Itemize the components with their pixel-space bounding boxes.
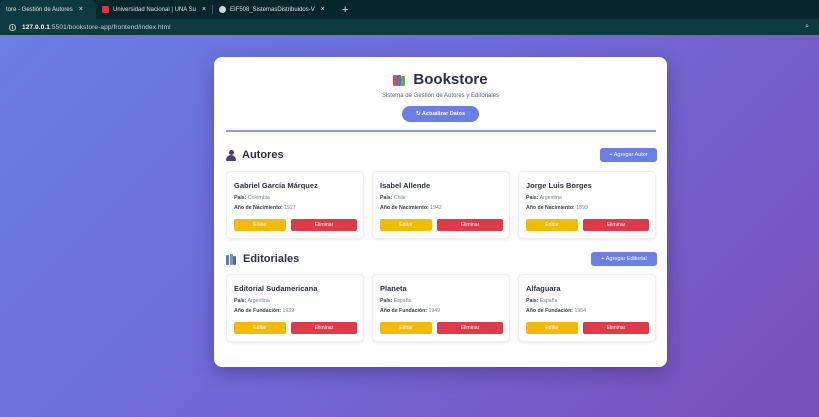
edit-button[interactable]: Editar bbox=[380, 219, 432, 231]
browser-tab-bar: tore - Gestión de Autores × Universidad … bbox=[0, 0, 819, 19]
delete-button[interactable]: Eliminar bbox=[291, 219, 357, 231]
author-name: Jorge Luis Borges bbox=[526, 181, 592, 190]
header-divider bbox=[226, 130, 656, 132]
author-country: País: Argentina bbox=[526, 195, 562, 201]
refresh-data-button[interactable]: ↻ Actualizar Datos bbox=[402, 106, 479, 122]
author-country: País: Colombia bbox=[234, 195, 270, 201]
delete-button[interactable]: Eliminar bbox=[437, 322, 503, 334]
url-path: :5501/bookstore-app/frontend/index.html bbox=[50, 23, 171, 31]
tab-title: EIF508_SistemasDistribuidos-V bbox=[230, 6, 315, 13]
autores-heading: Autores bbox=[242, 149, 284, 161]
browser-tab-bookstore[interactable]: tore - Gestión de Autores × bbox=[0, 0, 96, 19]
books-icon bbox=[393, 74, 407, 86]
add-publisher-button[interactable]: + Agregar Editorial bbox=[591, 252, 657, 266]
publisher-name: Editorial Sudamericana bbox=[234, 284, 318, 293]
browser-tab-una[interactable]: Universidad Nacional | UNA Su × bbox=[96, 0, 212, 19]
editoriales-heading: Editoriales bbox=[243, 253, 300, 265]
publisher-card: Editorial Sudamericana País: Argentina A… bbox=[226, 274, 364, 342]
page-header: Bookstore Sistema de Gestión de Autores … bbox=[214, 71, 667, 122]
author-card: Gabriel García Márquez País: Colombia Añ… bbox=[226, 171, 364, 239]
close-tab-icon[interactable]: × bbox=[321, 6, 325, 13]
publisher-name: Planeta bbox=[380, 284, 407, 293]
delete-button[interactable]: Eliminar bbox=[583, 322, 649, 334]
delete-button[interactable]: Eliminar bbox=[437, 219, 503, 231]
add-author-button[interactable]: + Agregar Autor bbox=[600, 148, 657, 162]
publisher-card: Alfaguara País: España Año de Fundación:… bbox=[518, 274, 656, 342]
close-tab-icon[interactable]: × bbox=[79, 6, 83, 13]
bookstore-card: Bookstore Sistema de Gestión de Autores … bbox=[214, 57, 667, 367]
delete-button[interactable]: Eliminar bbox=[291, 322, 357, 334]
new-tab-icon[interactable]: + bbox=[342, 4, 348, 16]
una-favicon-icon bbox=[102, 6, 109, 13]
publisher-founded-year: Año de Fundación: 1949 bbox=[380, 308, 440, 314]
publisher-founded-year: Año de Fundación: 1939 bbox=[234, 308, 294, 314]
author-card: Jorge Luis Borges País: Argentina Año de… bbox=[518, 171, 656, 239]
page-title: Bookstore bbox=[413, 71, 488, 88]
author-name: Isabel Allende bbox=[380, 181, 431, 190]
edit-button[interactable]: Editar bbox=[526, 322, 578, 334]
edit-button[interactable]: Editar bbox=[380, 322, 432, 334]
publisher-country: País: España bbox=[526, 298, 558, 304]
page-subtitle: Sistema de Gestión de Autores y Editoria… bbox=[381, 93, 500, 99]
author-birth-year: Año de Nacimiento: 1899 bbox=[526, 205, 588, 211]
site-info-icon[interactable] bbox=[9, 23, 16, 31]
close-tab-icon[interactable]: × bbox=[202, 6, 206, 13]
browser-tab-github[interactable]: EIF508_SistemasDistribuidos-V × bbox=[213, 0, 336, 19]
publisher-country: País: España bbox=[380, 298, 412, 304]
library-icon bbox=[226, 253, 237, 265]
url-text[interactable]: 127.0.0.1:5501/bookstore-app/frontend/in… bbox=[22, 24, 171, 31]
editoriales-section-title: Editoriales bbox=[226, 253, 299, 265]
author-card: Isabel Allende País: Chile Año de Nacimi… bbox=[372, 171, 510, 239]
tab-title: Universidad Nacional | UNA Su bbox=[113, 6, 196, 13]
page-viewport: Bookstore Sistema de Gestión de Autores … bbox=[0, 35, 819, 417]
edit-button[interactable]: Editar bbox=[234, 322, 286, 334]
url-host: 127.0.0.1 bbox=[22, 23, 51, 31]
autores-section-title: Autores bbox=[226, 149, 284, 161]
edit-button[interactable]: Editar bbox=[526, 219, 578, 231]
author-name: Gabriel García Márquez bbox=[234, 181, 318, 190]
author-birth-year: Año de Nacimiento: 1927 bbox=[234, 205, 296, 211]
edit-button[interactable]: Editar bbox=[234, 219, 286, 231]
author-birth-year: Año de Nacimiento: 1942 bbox=[380, 205, 442, 211]
author-country: País: Chile bbox=[380, 195, 406, 201]
publisher-country: País: Argentina bbox=[234, 298, 270, 304]
delete-button[interactable]: Eliminar bbox=[583, 219, 649, 231]
publisher-founded-year: Año de Fundación: 1964 bbox=[526, 308, 586, 314]
person-icon bbox=[226, 149, 236, 161]
tab-title: tore - Gestión de Autores bbox=[6, 6, 73, 13]
github-favicon-icon bbox=[219, 6, 226, 13]
address-bar[interactable]: 127.0.0.1:5501/bookstore-app/frontend/in… bbox=[0, 19, 819, 35]
publisher-card: Planeta País: España Año de Fundación: 1… bbox=[372, 274, 510, 342]
publisher-name: Alfaguara bbox=[526, 284, 561, 293]
zoom-search-icon[interactable]: ⌕ bbox=[805, 23, 809, 31]
